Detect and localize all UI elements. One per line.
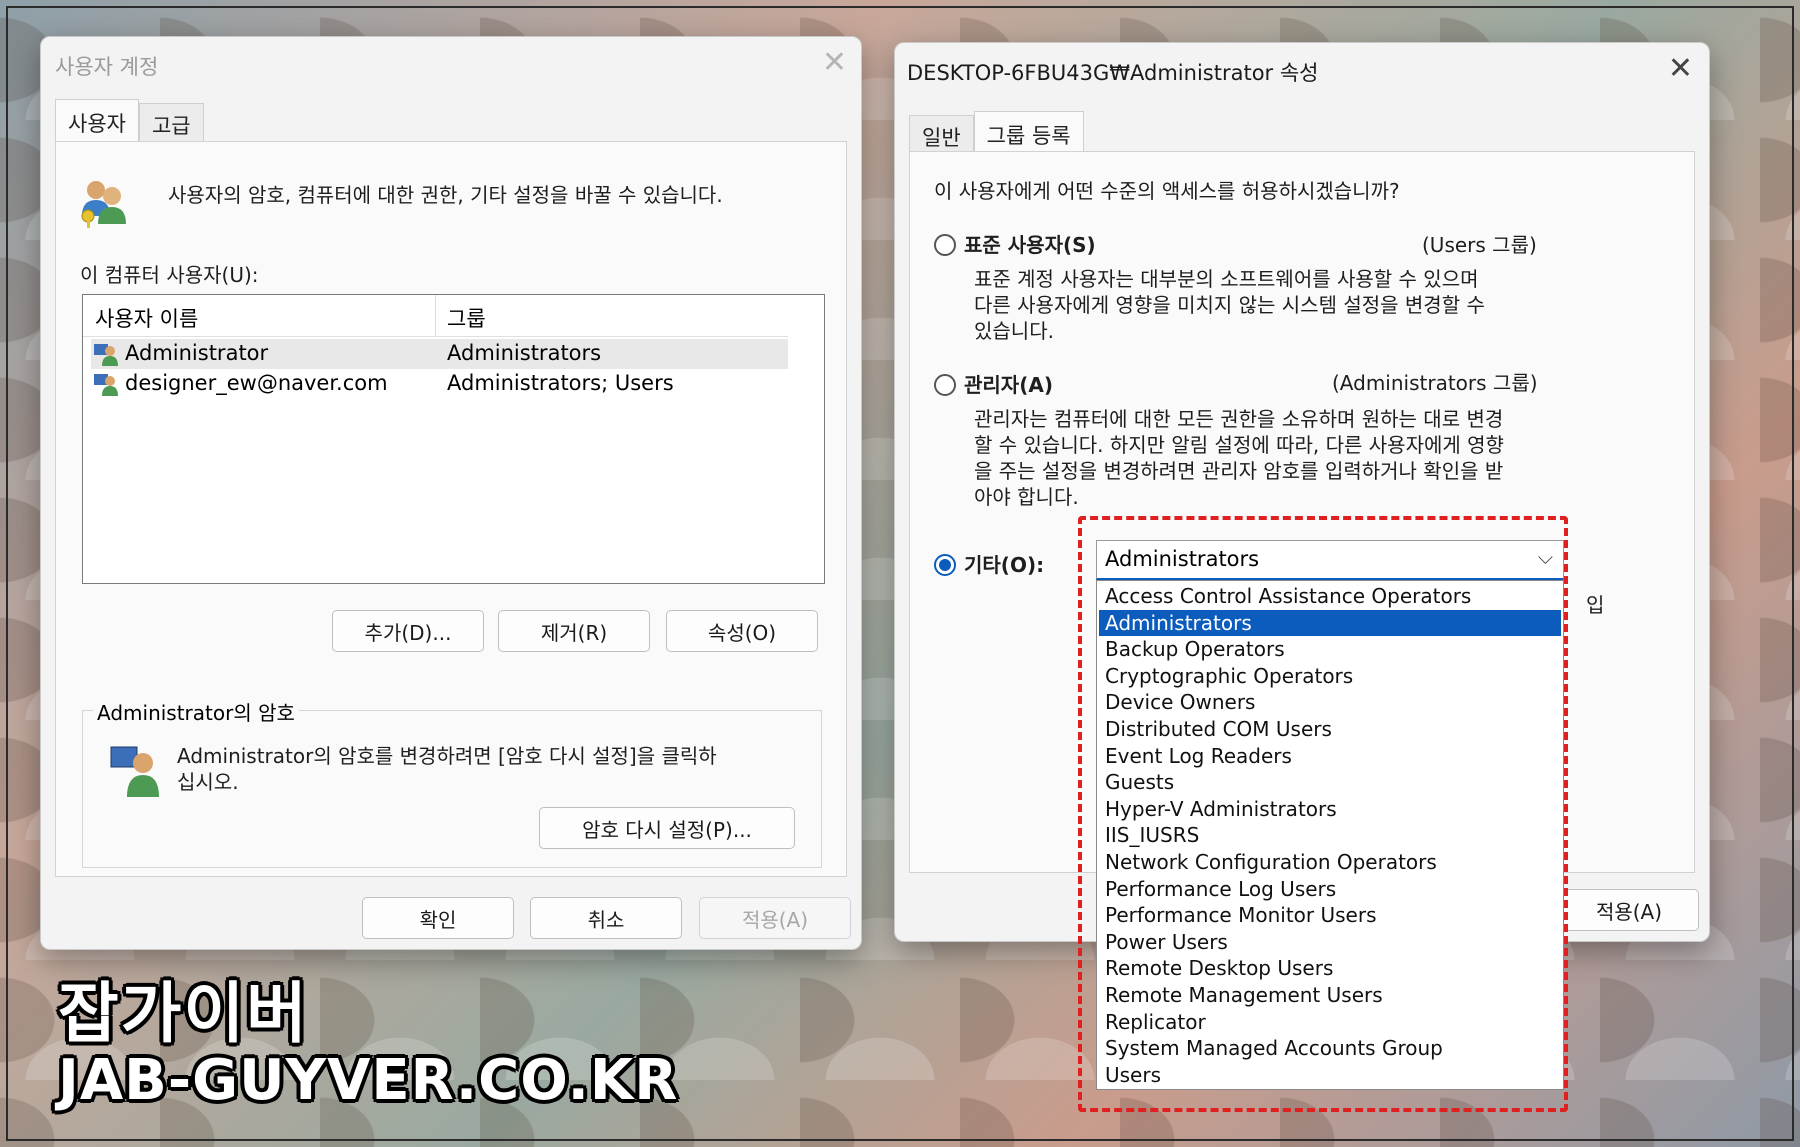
dropdown-option[interactable]: Event Log Readers (1099, 743, 1561, 769)
apply-button[interactable]: 적용(A) (699, 897, 851, 939)
dropdown-option[interactable]: System Managed Accounts Group (1099, 1035, 1561, 1061)
ok-button[interactable]: 확인 (362, 897, 514, 939)
watermark-english: JAB-GUYVER.CO.KR (58, 1048, 679, 1113)
tab-users[interactable]: 사용자 (55, 99, 139, 146)
close-icon[interactable]: ✕ (1668, 51, 1693, 86)
reset-password-button[interactable]: 암호 다시 설정(P)... (539, 807, 795, 849)
cancel-button[interactable]: 취소 (530, 897, 682, 939)
password-group-label: Administrator의 암호 (93, 697, 299, 726)
dropdown-option[interactable]: Cryptographic Operators (1099, 663, 1561, 689)
administrator-radio[interactable] (934, 374, 956, 396)
standard-user-desc-3: 있습니다. (974, 319, 1054, 343)
group-dropdown-list[interactable]: Access Control Assistance Operators Admin… (1096, 580, 1564, 1090)
other-radio[interactable] (934, 554, 956, 576)
user-password-icon (110, 746, 159, 797)
watermark-korean: 잡가이버 (58, 975, 309, 1052)
other-label[interactable]: 기타(O): (964, 552, 1044, 578)
dropdown-option[interactable]: Access Control Assistance Operators (1099, 583, 1561, 609)
description-text: 사용자의 암호, 컴퓨터에 대한 권한, 기타 설정을 바꿀 수 있습니다. (168, 183, 723, 207)
table-row[interactable]: Administrator Administrators (91, 339, 788, 369)
dropdown-option[interactable]: Users (1099, 1062, 1561, 1088)
chevron-down-icon[interactable]: ⌵ (1538, 545, 1553, 569)
standard-user-group: (Users 그룹) (1422, 233, 1537, 257)
administrator-label[interactable]: 관리자(A) (964, 372, 1053, 398)
password-groupbox: Administrator의 암호 Administrator의 암호를 변경하… (82, 697, 822, 868)
access-question: 이 사용자에게 어떤 수준의 액세스를 허용하시겠습니까? (934, 179, 1400, 203)
users-list-header: 사용자 이름 그룹 (83, 295, 788, 337)
users-list[interactable]: 사용자 이름 그룹 Administrator Administrators d… (82, 294, 825, 584)
dropdown-option[interactable]: Performance Monitor Users (1099, 902, 1561, 928)
administrator-desc-1: 관리자는 컴퓨터에 대한 모든 권한을 소유하며 원하는 대로 변경 (974, 407, 1504, 431)
dropdown-option[interactable]: Network Configuration Operators (1099, 849, 1561, 875)
password-instruction-text-2: 십시오. (177, 770, 239, 794)
dropdown-option[interactable]: Performance Log Users (1099, 876, 1561, 902)
dropdown-option[interactable]: Remote Management Users (1099, 982, 1561, 1008)
dropdown-option[interactable]: Power Users (1099, 929, 1561, 955)
username-cell: designer_ew@naver.com (125, 371, 388, 395)
tab-advanced[interactable]: 고급 (138, 103, 204, 146)
standard-user-label[interactable]: 표준 사용자(S) (964, 232, 1096, 258)
dropdown-option[interactable]: Remote Desktop Users (1099, 955, 1561, 981)
administrator-desc-4: 아야 합니다. (974, 485, 1079, 509)
dropdown-option[interactable]: Backup Operators (1099, 636, 1561, 662)
username-cell: Administrator (125, 341, 269, 365)
user-icon (94, 374, 118, 396)
standard-user-desc-2: 다른 사용자에게 영향을 미치지 않는 시스템 설정을 변경할 수 (974, 293, 1485, 317)
dropdown-option[interactable]: Distributed COM Users (1099, 716, 1561, 742)
users-tab-panel: 사용자의 암호, 컴퓨터에 대한 권한, 기타 설정을 바꿀 수 있습니다. 이… (55, 141, 847, 877)
dropdown-option[interactable]: Administrators (1099, 609, 1561, 636)
remove-user-button[interactable]: 제거(R) (498, 610, 650, 652)
dropdown-option[interactable]: Replicator (1099, 1009, 1561, 1035)
administrator-desc-3: 을 주는 설정을 변경하려면 관리자 암호를 입력하거나 확인을 받 (974, 459, 1504, 483)
properties-button[interactable]: 속성(O) (666, 610, 818, 652)
window-title: 사용자 계정 (55, 55, 159, 79)
group-cell: Administrators (447, 341, 602, 365)
column-username[interactable]: 사용자 이름 (95, 303, 198, 333)
dropdown-option[interactable]: Device Owners (1099, 689, 1561, 715)
group-cell: Administrators; Users (447, 371, 674, 395)
dropdown-option[interactable]: IIS_IUSRS (1099, 822, 1561, 848)
group-combobox[interactable]: Administrators ⌵ (1096, 540, 1564, 580)
properties-titlebar[interactable]: DESKTOP-6FBU43G₩Administrator 속성 ✕ (895, 43, 1709, 101)
user-icon (94, 344, 118, 366)
table-row[interactable]: designer_ew@naver.com Administrators; Us… (91, 369, 788, 399)
add-user-button[interactable]: 추가(D)... (332, 610, 484, 652)
users-icon (81, 181, 126, 228)
dropdown-option[interactable]: Hyper-V Administrators (1099, 796, 1561, 822)
administrator-desc-2: 할 수 있습니다. 하지만 알림 설정에 따라, 다른 사용자에게 영향 (974, 433, 1504, 457)
users-list-label: 이 컴퓨터 사용자(U): (80, 263, 259, 287)
group-combobox-value: Administrators (1105, 547, 1260, 571)
administrator-group: (Administrators 그룹) (1332, 371, 1538, 395)
standard-user-radio[interactable] (934, 234, 956, 256)
password-instruction-text: Administrator의 암호를 변경하려면 [암호 다시 설정]을 클릭하 (177, 744, 717, 768)
apply-button[interactable]: 적용(A) (1559, 889, 1699, 931)
user-accounts-titlebar[interactable]: 사용자 계정 ✕ (41, 37, 861, 95)
window-title: DESKTOP-6FBU43G₩Administrator 속성 (907, 61, 1319, 85)
standard-user-desc-1: 표준 계정 사용자는 대부분의 소프트웨어를 사용할 수 있으며 (974, 267, 1479, 291)
dropdown-option[interactable]: Guests (1099, 769, 1561, 795)
close-icon[interactable]: ✕ (822, 45, 847, 80)
column-group[interactable]: 그룹 (447, 303, 486, 333)
partial-hidden-text: 입 (1586, 593, 1605, 617)
user-accounts-window: 사용자 계정 ✕ 사용자 고급 사용자의 암호, 컴퓨터에 대한 권한, 기타 … (40, 36, 862, 950)
